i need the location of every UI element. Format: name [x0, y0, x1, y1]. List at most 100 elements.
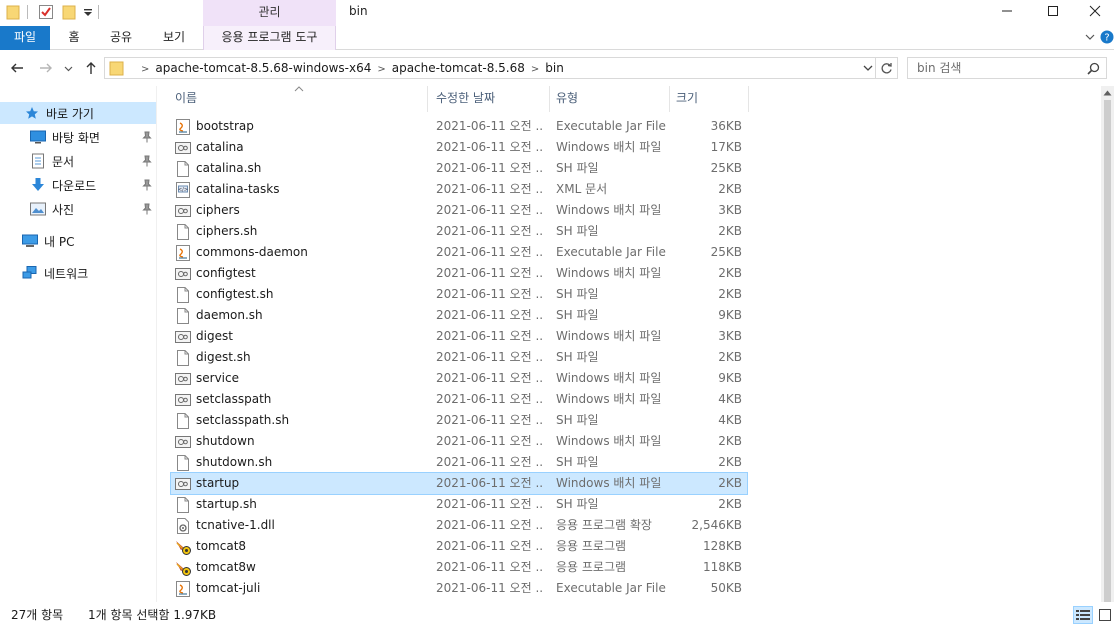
maximize-button[interactable] [1030, 0, 1076, 22]
file-row[interactable]: configtest.sh 2021-06-11 오전 ... SH 파일 2KB [171, 284, 747, 305]
file-name: catalina-tasks [196, 182, 280, 196]
file-row[interactable]: daemon.sh 2021-06-11 오전 ... SH 파일 9KB [171, 305, 747, 326]
breadcrumb-separator-icon[interactable]: > [531, 60, 539, 80]
file-row[interactable]: startup 2021-06-11 오전 ... Windows 배치 파일 2KB [170, 472, 748, 495]
minimize-button[interactable] [984, 0, 1030, 22]
file-row[interactable]: ciphers.sh 2021-06-11 오전 ... SH 파일 2KB [171, 221, 747, 242]
expand-ribbon-icon[interactable] [1083, 30, 1097, 44]
file-row[interactable]: bootstrap 2021-06-11 오전 ... Executable Jar… [171, 116, 747, 137]
details-view-button[interactable] [1073, 606, 1093, 624]
file-row[interactable]: tomcat8w 2021-06-11 오전 ... 응용 프로그램 118KB [171, 557, 747, 578]
file-row[interactable]: configtest 2021-06-11 오전 ... Windows 배치 파일… [171, 263, 747, 284]
back-arrow-icon [11, 63, 23, 73]
tab-application-tools[interactable]: 응용 프로그램 도구 [203, 26, 336, 50]
batch-file-icon [175, 476, 191, 492]
breadcrumb-item[interactable]: bin [545, 58, 564, 78]
toolbar-separator [98, 5, 99, 19]
vertical-scrollbar[interactable] [1101, 86, 1114, 608]
documents-icon [30, 153, 46, 169]
nav-network[interactable]: 네트워크 [0, 262, 156, 284]
file-row[interactable]: service 2021-06-11 오전 ... Windows 배치 파일 9KB [171, 368, 747, 389]
column-header-date[interactable]: 수정한 날짜 [436, 86, 495, 112]
file-row[interactable]: catalina 2021-06-11 오전 ... Windows 배치 파일 17… [171, 137, 747, 158]
pane-divider[interactable] [156, 86, 157, 602]
file-name: bootstrap [196, 119, 254, 133]
tab-share[interactable]: 공유 [104, 26, 138, 50]
item-count: 27개 항목 [11, 608, 64, 622]
breadcrumb-separator-icon[interactable]: > [377, 60, 385, 80]
scroll-up-icon[interactable] [1103, 90, 1112, 96]
address-dropdown-icon[interactable] [862, 62, 874, 74]
batch-file-icon [175, 266, 191, 282]
tab-file[interactable]: 파일 [0, 26, 50, 50]
breadcrumb-separator-icon[interactable]: > [141, 60, 149, 80]
nav-this-pc[interactable]: 내 PC [0, 230, 156, 252]
address-bar[interactable]: > apache-tomcat-8.5.68-windows-x64 > apache… [104, 57, 876, 79]
file-row[interactable]: tomcat8 2021-06-11 오전 ... 응용 프로그램 128KB [171, 536, 747, 557]
tab-view[interactable]: 보기 [155, 26, 193, 50]
pin-icon[interactable] [142, 155, 152, 167]
large-icons-view-button[interactable] [1096, 606, 1114, 624]
nav-pictures[interactable]: 사진 [0, 198, 156, 220]
status-bar: 27개 항목 1개 항목 선택함 1.97KB [0, 602, 1114, 625]
nav-label: 문서 [52, 154, 75, 169]
file-row[interactable]: startup.sh 2021-06-11 오전 ... SH 파일 2KB [171, 494, 747, 515]
file-row[interactable]: catalina.sh 2021-06-11 오전 ... SH 파일 25KB [171, 158, 747, 179]
column-divider[interactable] [549, 86, 550, 112]
pin-icon[interactable] [142, 179, 152, 191]
customize-quick-access-icon[interactable] [83, 8, 93, 18]
file-row[interactable]: </> catalina-tasks 2021-06-11 오전 ... XML 문서… [171, 179, 747, 200]
pin-icon[interactable] [142, 203, 152, 215]
search-box[interactable] [907, 57, 1107, 79]
file-type: SH 파일 [556, 350, 599, 364]
file-size: 9KB [718, 371, 742, 385]
forward-button[interactable] [37, 59, 55, 77]
tab-home[interactable]: 홈 [58, 26, 90, 50]
column-header-name[interactable]: 이름 [175, 86, 197, 112]
refresh-button[interactable] [876, 57, 898, 79]
file-row[interactable]: setclasspath.sh 2021-06-11 오전 ... SH 파일 4KB [171, 410, 747, 431]
file-row[interactable]: digest 2021-06-11 오전 ... Windows 배치 파일 3KB [171, 326, 747, 347]
column-divider[interactable] [748, 86, 749, 112]
recent-locations-button[interactable] [62, 59, 74, 77]
nav-documents[interactable]: 문서 [0, 150, 156, 172]
search-icon[interactable] [1087, 62, 1100, 75]
file-row[interactable]: commons-daemon 2021-06-11 오전 ... Executabl… [171, 242, 747, 263]
new-folder-icon[interactable] [62, 4, 76, 20]
jar-file-icon [175, 119, 191, 135]
help-icon[interactable]: ? [1100, 30, 1114, 44]
file-row[interactable]: digest.sh 2021-06-11 오전 ... SH 파일 2KB [171, 347, 747, 368]
downloads-icon [30, 177, 46, 193]
column-divider[interactable] [669, 86, 670, 112]
close-button[interactable] [1076, 0, 1114, 22]
nav-downloads[interactable]: 다운로드 [0, 174, 156, 196]
file-type: SH 파일 [556, 497, 599, 511]
pin-icon[interactable] [142, 131, 152, 143]
file-date: 2021-06-11 오전 ... [436, 182, 544, 196]
file-size: 2KB [718, 350, 742, 364]
tomcat-icon [175, 560, 191, 576]
file-row[interactable]: ciphers 2021-06-11 오전 ... Windows 배치 파일 3KB [171, 200, 747, 221]
back-button[interactable] [8, 59, 26, 77]
nav-quick-access[interactable]: 바로 가기 [0, 102, 156, 124]
nav-desktop[interactable]: 바탕 화면 [0, 126, 156, 148]
breadcrumb-item[interactable]: apache-tomcat-8.5.68 [392, 58, 525, 78]
up-button[interactable] [82, 59, 100, 77]
column-divider[interactable] [427, 86, 428, 112]
file-row[interactable]: shutdown 2021-06-11 오전 ... Windows 배치 파일 2K… [171, 431, 747, 452]
file-type: Executable Jar File [556, 119, 666, 133]
blank-file-icon [175, 455, 191, 471]
scrollbar-thumb[interactable] [1104, 100, 1111, 608]
search-input[interactable] [917, 60, 1077, 76]
toolbar-separator [27, 5, 28, 19]
column-header-size[interactable]: 크기 [676, 86, 698, 112]
column-header-type[interactable]: 유형 [556, 86, 578, 112]
breadcrumb-item[interactable]: apache-tomcat-8.5.68-windows-x64 [155, 58, 371, 78]
file-size: 3KB [718, 329, 742, 343]
file-row[interactable]: shutdown.sh 2021-06-11 오전 ... SH 파일 2KB [171, 452, 747, 473]
file-row[interactable]: setclasspath 2021-06-11 오전 ... Windows 배치 … [171, 389, 747, 410]
file-row[interactable]: tcnative-1.dll 2021-06-11 오전 ... 응용 프로그램 확… [171, 515, 747, 536]
properties-icon[interactable] [38, 4, 54, 20]
file-type: Windows 배치 파일 [556, 203, 662, 217]
file-row[interactable]: tomcat-juli 2021-06-11 오전 ... Executable J… [171, 578, 747, 599]
